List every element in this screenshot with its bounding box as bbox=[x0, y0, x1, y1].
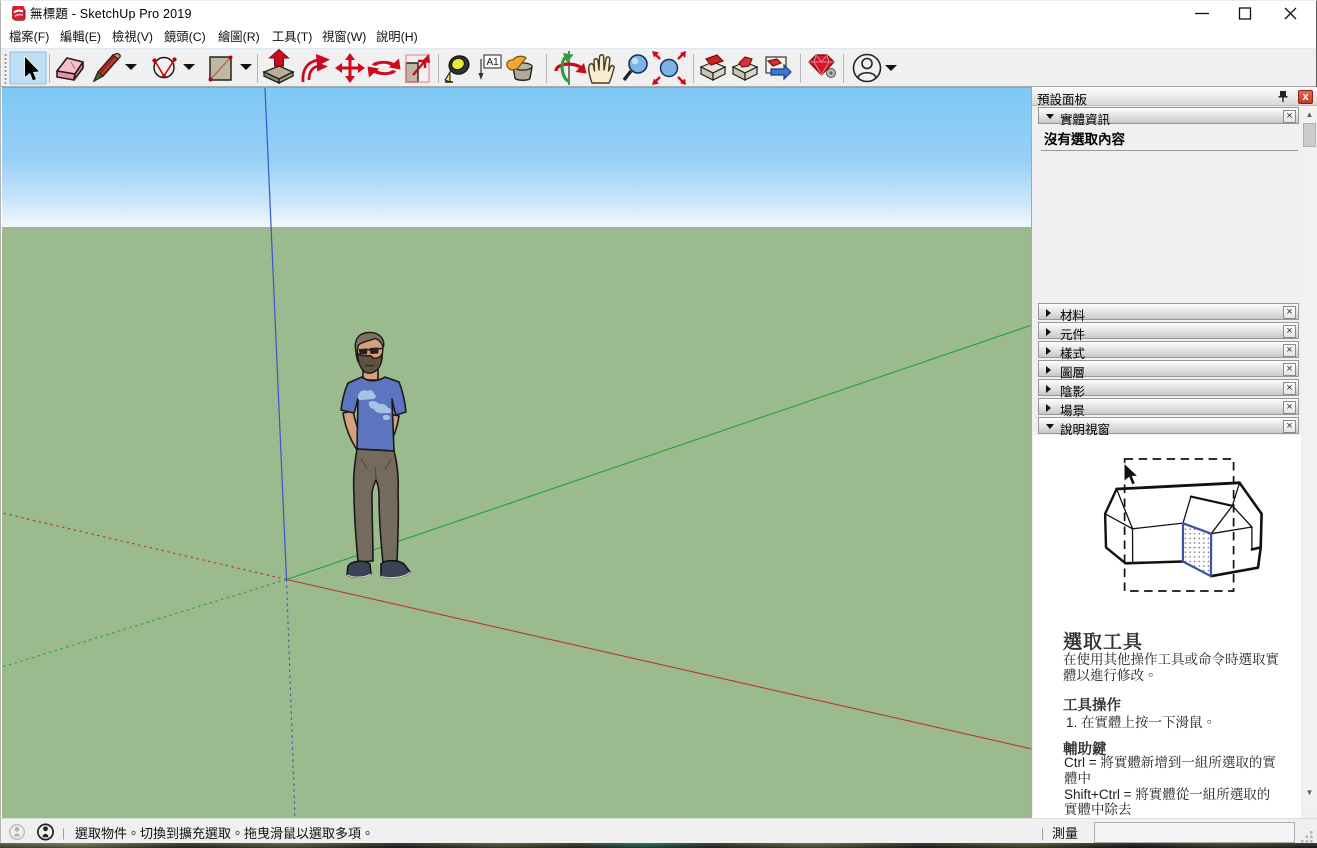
svg-text:A1: A1 bbox=[487, 57, 500, 68]
